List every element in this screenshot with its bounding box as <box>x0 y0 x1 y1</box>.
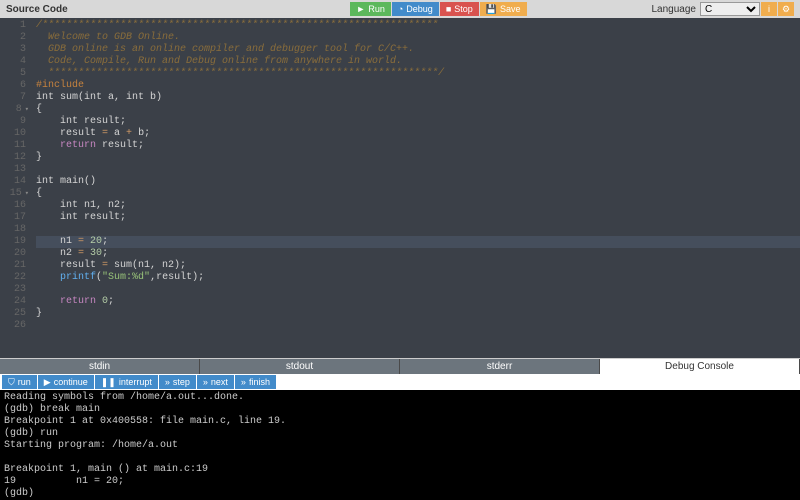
line-number: 1 <box>0 20 26 32</box>
code-line[interactable]: int n1, n2; <box>36 200 800 212</box>
next-icon: » <box>203 377 208 387</box>
console-tabs: stdinstdoutstderrDebug Console <box>0 358 800 374</box>
code-area[interactable]: /***************************************… <box>32 18 800 358</box>
finish-icon: » <box>241 377 246 387</box>
line-number: 12 <box>0 152 26 164</box>
debug-button[interactable]: ◔Debug <box>392 2 439 16</box>
run-icon: ⛉ <box>8 377 15 388</box>
code-line[interactable]: int result; <box>36 116 800 128</box>
language-label: Language <box>652 4 697 15</box>
play-icon: ► <box>356 4 365 14</box>
debug-toolbar: ⛉run ▶continue ❚❚interrupt »step »next »… <box>0 374 800 390</box>
line-number: 10 <box>0 128 26 140</box>
line-number: 13 <box>0 164 26 176</box>
line-number: 7 <box>0 92 26 104</box>
dbg-step-button[interactable]: »step <box>159 375 196 389</box>
line-number: 18 <box>0 224 26 236</box>
dbg-interrupt-button[interactable]: ❚❚interrupt <box>95 375 158 389</box>
pause-icon: ❚❚ <box>101 377 116 388</box>
line-gutter: 1234567891011121314151617181920212223242… <box>0 18 32 358</box>
line-number: 2 <box>0 32 26 44</box>
info-icon[interactable]: i <box>761 2 777 16</box>
line-number: 3 <box>0 44 26 56</box>
gear-icon[interactable]: ⚙ <box>778 2 794 16</box>
top-toolbar: Source Code ►Run ◔Debug ■Stop 💾Save Lang… <box>0 0 800 18</box>
code-line[interactable]: #include <box>36 80 800 92</box>
line-number: 25 <box>0 308 26 320</box>
stop-icon: ■ <box>446 4 451 14</box>
line-number: 15 <box>0 188 26 200</box>
code-line[interactable]: result = sum(n1, n2); <box>36 260 800 272</box>
line-number: 19 <box>0 236 26 248</box>
line-number: 20 <box>0 248 26 260</box>
line-number: 17 <box>0 212 26 224</box>
line-number: 4 <box>0 56 26 68</box>
dbg-run-button[interactable]: ⛉run <box>2 375 37 389</box>
debug-console-output[interactable]: Reading symbols from /home/a.out...done.… <box>0 390 800 500</box>
dbg-next-button[interactable]: »next <box>197 375 234 389</box>
code-line[interactable] <box>36 284 800 296</box>
code-line[interactable]: int sum(int a, int b) <box>36 92 800 104</box>
code-line[interactable]: { <box>36 188 800 200</box>
dbg-finish-button[interactable]: »finish <box>235 375 276 389</box>
line-number: 16 <box>0 200 26 212</box>
line-number: 26 <box>0 320 26 332</box>
code-line[interactable]: return result; <box>36 140 800 152</box>
run-button[interactable]: ►Run <box>350 2 390 16</box>
save-icon: 💾 <box>486 4 497 15</box>
console-tab-stdin[interactable]: stdin <box>0 359 200 374</box>
code-line[interactable]: n2 = 30; <box>36 248 800 260</box>
code-line[interactable] <box>36 224 800 236</box>
line-number: 9 <box>0 116 26 128</box>
console-tab-stdout[interactable]: stdout <box>200 359 400 374</box>
language-select[interactable]: C <box>700 2 760 16</box>
code-editor[interactable]: 1234567891011121314151617181920212223242… <box>0 18 800 358</box>
code-line[interactable]: ****************************************… <box>36 68 800 80</box>
code-line[interactable]: printf("Sum:%d",result); <box>36 272 800 284</box>
code-line[interactable]: } <box>36 308 800 320</box>
code-line[interactable]: /***************************************… <box>36 20 800 32</box>
dbg-continue-button[interactable]: ▶continue <box>38 375 94 389</box>
line-number: 22 <box>0 272 26 284</box>
line-number: 24 <box>0 296 26 308</box>
code-line[interactable]: Code, Compile, Run and Debug online from… <box>36 56 800 68</box>
line-number: 6 <box>0 80 26 92</box>
line-number: 5 <box>0 68 26 80</box>
panel-title: Source Code <box>6 4 68 15</box>
play-icon: ▶ <box>44 377 51 388</box>
code-line[interactable]: int result; <box>36 212 800 224</box>
code-line[interactable]: n1 = 20; <box>36 236 800 248</box>
stop-button[interactable]: ■Stop <box>440 2 479 16</box>
line-number: 23 <box>0 284 26 296</box>
line-number: 14 <box>0 176 26 188</box>
console-tab-debug-console[interactable]: Debug Console <box>600 359 800 374</box>
code-line[interactable]: Welcome to GDB Online. <box>36 32 800 44</box>
line-number: 21 <box>0 260 26 272</box>
code-line[interactable]: int main() <box>36 176 800 188</box>
code-line[interactable]: return 0; <box>36 296 800 308</box>
code-line[interactable]: { <box>36 104 800 116</box>
console-tab-stderr[interactable]: stderr <box>400 359 600 374</box>
clock-icon: ◔ <box>398 4 403 14</box>
code-line[interactable]: result = a + b; <box>36 128 800 140</box>
save-button[interactable]: 💾Save <box>480 2 527 16</box>
line-number: 8 <box>0 104 26 116</box>
code-line[interactable]: } <box>36 152 800 164</box>
code-line[interactable] <box>36 164 800 176</box>
line-number: 11 <box>0 140 26 152</box>
code-line[interactable] <box>36 320 800 332</box>
code-line[interactable]: GDB online is an online compiler and deb… <box>36 44 800 56</box>
step-icon: » <box>165 377 170 387</box>
